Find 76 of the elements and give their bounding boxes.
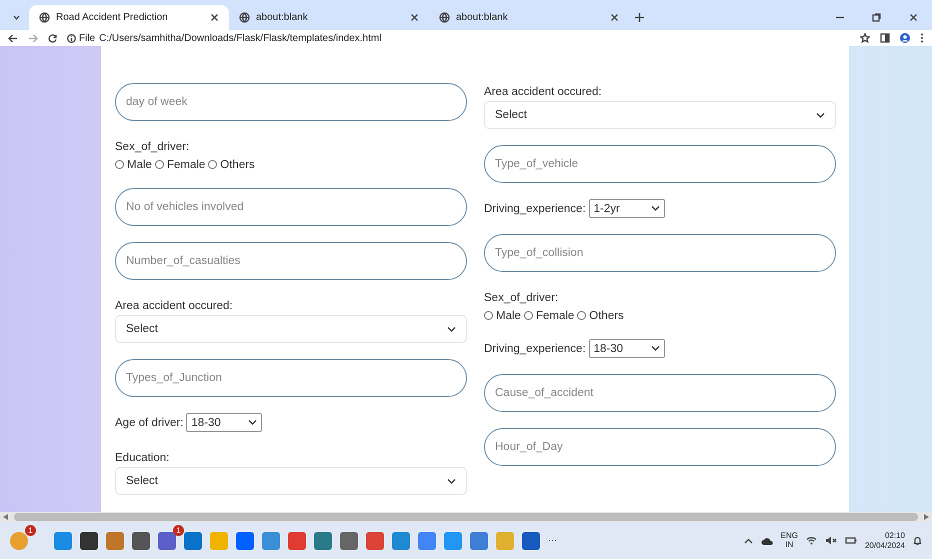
- language-indicator[interactable]: ENG IN: [780, 532, 798, 550]
- chevron-down-icon: [447, 326, 456, 332]
- dropdown[interactable]: 18-30: [186, 413, 262, 432]
- wifi-icon[interactable]: [806, 536, 817, 545]
- clock[interactable]: 02:10 20/04/2024: [864, 530, 905, 550]
- chevron-down-icon: [248, 419, 258, 426]
- browser-tab[interactable]: about:blank: [429, 5, 629, 30]
- chevron-down-icon: [447, 478, 456, 484]
- field-label: Age of driver:: [115, 416, 184, 428]
- radio-option[interactable]: Others: [208, 159, 255, 171]
- field-label: Area accident occured:: [484, 86, 602, 98]
- text-field[interactable]: Cause_of_accident: [484, 374, 836, 412]
- radio-option[interactable]: Female: [154, 159, 206, 171]
- notification-app-icon[interactable]: [10, 532, 28, 550]
- chevron-down-icon: [650, 205, 660, 212]
- info-icon: [67, 34, 76, 42]
- reload-icon[interactable]: [48, 34, 57, 42]
- field-label: Sex_of_driver:: [484, 292, 558, 304]
- globe-icon: [239, 12, 250, 23]
- text-field[interactable]: No of vehicles involved: [115, 188, 467, 226]
- dropdown[interactable]: 18-30: [588, 339, 665, 358]
- close-icon[interactable]: [210, 13, 219, 22]
- radio-option[interactable]: Female: [524, 310, 574, 322]
- radio-option[interactable]: Male: [115, 159, 152, 171]
- back-arrow-icon[interactable]: [8, 34, 18, 42]
- text-field[interactable]: Number_of_casualties: [115, 242, 467, 280]
- field-label: Sex_of_driver:: [115, 141, 190, 153]
- restore-icon[interactable]: [872, 13, 881, 22]
- scroll-left-icon[interactable]: [3, 514, 8, 520]
- dropdown[interactable]: Select: [115, 315, 467, 343]
- cloud-icon[interactable]: [760, 536, 773, 544]
- scrollbar-thumb[interactable]: [14, 513, 918, 521]
- field-label: Driving_experience:: [484, 342, 586, 354]
- new-tab-icon[interactable]: [635, 13, 644, 22]
- side-panel-icon[interactable]: [880, 33, 890, 43]
- bell-icon[interactable]: [913, 536, 922, 546]
- globe-icon: [439, 12, 450, 23]
- browser-tab[interactable]: Road Accident Prediction: [29, 5, 229, 30]
- battery-icon[interactable]: [844, 536, 857, 545]
- chevron-down-icon: [650, 345, 660, 352]
- taskbar-app-icon[interactable]: [158, 532, 176, 550]
- address-url[interactable]: C:/Users/samhitha/Downloads/Flask/Flask/templates/index.html: [99, 30, 850, 46]
- text-field[interactable]: Type_of_vehicle: [484, 145, 836, 183]
- taskbar-app-icon[interactable]: [522, 532, 540, 550]
- notification-badge: 1: [25, 524, 36, 536]
- dropdown[interactable]: Select: [484, 101, 836, 129]
- chevron-down-icon: [816, 112, 825, 118]
- field-label: Area accident occured:: [115, 300, 233, 312]
- text-field[interactable]: Type_of_collision: [484, 234, 836, 272]
- text-field[interactable]: day of week: [115, 83, 467, 121]
- notification-badge: 1: [173, 524, 184, 536]
- overflow-button[interactable]: ···: [548, 534, 557, 548]
- muted-speaker-icon[interactable]: [824, 536, 837, 545]
- dropdown[interactable]: 1-2yr: [588, 199, 665, 218]
- taskbar-app-icon[interactable]: [132, 532, 150, 550]
- profile-icon[interactable]: [900, 33, 910, 43]
- taskbar-app-icon[interactable]: [80, 532, 98, 550]
- more-menu-icon[interactable]: [920, 33, 924, 43]
- dropdown[interactable]: Select: [115, 467, 467, 495]
- tab-list-icon[interactable]: [12, 13, 21, 22]
- radio-option[interactable]: Male: [484, 310, 521, 322]
- taskbar-app-icon[interactable]: [340, 532, 358, 550]
- close-icon[interactable]: [610, 13, 619, 22]
- star-icon[interactable]: [860, 33, 870, 43]
- radio-option[interactable]: Others: [577, 310, 624, 322]
- field-label: Driving_experience:: [484, 202, 586, 214]
- browser-tab[interactable]: about:blank: [229, 5, 429, 30]
- close-icon[interactable]: [909, 13, 918, 22]
- close-icon[interactable]: [410, 13, 419, 22]
- scroll-right-icon[interactable]: [924, 514, 929, 520]
- globe-icon: [39, 12, 50, 23]
- text-field[interactable]: Types_of_Junction: [115, 359, 467, 397]
- chevron-up-icon[interactable]: [744, 538, 753, 544]
- field-label: Education:: [115, 452, 170, 464]
- text-field[interactable]: Hour_of_Day: [484, 428, 836, 466]
- file-scheme-chip[interactable]: File: [67, 30, 96, 46]
